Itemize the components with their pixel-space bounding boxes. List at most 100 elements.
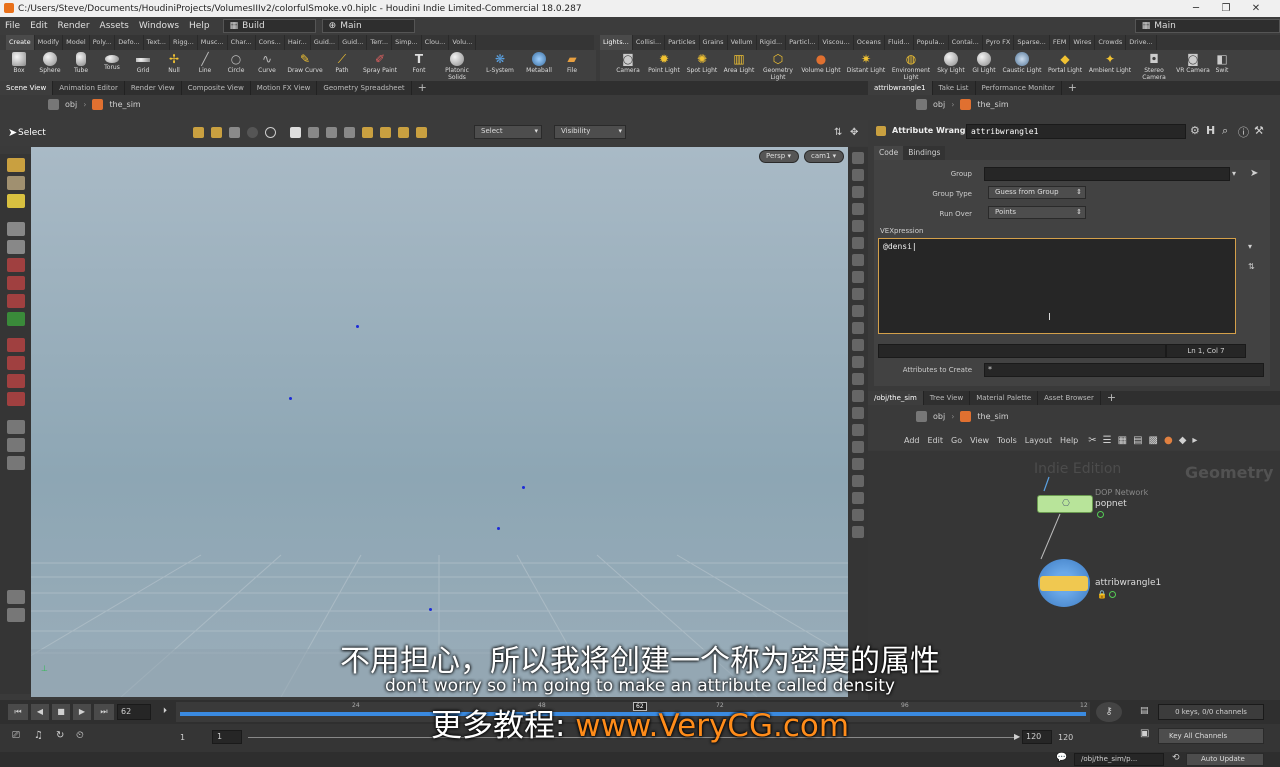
- group-field[interactable]: [984, 167, 1230, 181]
- lasso-select-icon[interactable]: [308, 127, 319, 138]
- shelf-tab[interactable]: Modify: [35, 35, 64, 50]
- network-grid-icon[interactable]: ▩: [1149, 435, 1158, 446]
- restore-button[interactable]: ❐: [1211, 0, 1241, 17]
- path-node[interactable]: the_sim: [977, 412, 1008, 421]
- snap-prim-icon[interactable]: [6, 374, 25, 388]
- view-tool-icon[interactable]: [6, 312, 25, 326]
- tab-composite-view[interactable]: Composite View: [182, 81, 251, 95]
- shelf-tab[interactable]: Rigg...: [170, 35, 198, 50]
- point-numbers-icon[interactable]: [852, 390, 864, 402]
- attribwrangle-name[interactable]: attribwrangle1: [1095, 578, 1161, 588]
- shelf-tab[interactable]: Fluid...: [885, 35, 914, 50]
- shelf-tab[interactable]: Text...: [144, 35, 170, 50]
- tool-spray-paint[interactable]: ✐ Spray Paint: [361, 50, 399, 74]
- spare-parameters-icon[interactable]: ⚒: [1254, 124, 1264, 137]
- shelf-tab[interactable]: Vellum: [728, 35, 757, 50]
- tool-spot-light[interactable]: ✺ Spot Light: [686, 50, 718, 74]
- info-icon[interactable]: ⓘ: [1238, 124, 1249, 140]
- shelf-tab[interactable]: Create: [6, 35, 35, 50]
- tool-gi-light[interactable]: GI Light: [971, 50, 997, 74]
- attribwrangle-node[interactable]: [1038, 559, 1090, 607]
- add-tab-icon[interactable]: +: [1101, 391, 1122, 405]
- group-type-dropdown[interactable]: Guess from Group ⇕: [988, 186, 1086, 199]
- tool-grid[interactable]: Grid: [132, 50, 154, 74]
- search-icon[interactable]: ⌕: [1222, 124, 1228, 138]
- laser-select-icon[interactable]: [344, 127, 355, 138]
- tab-performance-monitor[interactable]: Performance Monitor: [976, 81, 1062, 95]
- sphere-display-icon[interactable]: [852, 220, 864, 232]
- tab-animation-editor[interactable]: Animation Editor: [53, 81, 125, 95]
- points-mode-icon[interactable]: [229, 127, 240, 138]
- lock-flag-icon[interactable]: 🔒: [1097, 590, 1107, 599]
- path-node[interactable]: the_sim: [977, 100, 1008, 109]
- scene-icon[interactable]: [6, 420, 25, 434]
- shelf-tab[interactable]: Simp...: [392, 35, 422, 50]
- right-desktop-selector[interactable]: ▦ Main: [1134, 19, 1280, 33]
- select-arrow-icon[interactable]: [6, 222, 25, 236]
- shelf-tab[interactable]: Volu...: [449, 35, 477, 50]
- tab-network-editor[interactable]: /obj/the_sim: [868, 391, 924, 405]
- net-menu-tools[interactable]: Tools: [993, 436, 1021, 445]
- box-select-icon[interactable]: [290, 127, 301, 138]
- path-root[interactable]: obj: [933, 412, 945, 421]
- shelf-tab[interactable]: Grains: [700, 35, 728, 50]
- popnet-name[interactable]: popnet: [1095, 499, 1127, 509]
- shelf-tab[interactable]: Rigid...: [757, 35, 787, 50]
- message-icon[interactable]: 💬: [1056, 753, 1067, 763]
- path-node[interactable]: the_sim: [109, 100, 140, 109]
- headlight-icon[interactable]: [852, 271, 864, 283]
- popnet-node[interactable]: ⎔: [1037, 495, 1093, 513]
- select-arrow-icon[interactable]: ➤: [1250, 168, 1258, 179]
- tool-caustic-light[interactable]: Caustic Light: [1002, 50, 1042, 74]
- tool-switcher[interactable]: ◧ Swit: [1215, 50, 1229, 74]
- add-tab-icon[interactable]: +: [1062, 81, 1083, 95]
- shelf-tab[interactable]: Particl...: [786, 35, 820, 50]
- shelf-tab[interactable]: Viscou...: [819, 35, 854, 50]
- tool-sky-light[interactable]: Sky Light: [936, 50, 966, 74]
- rotate-tool-icon[interactable]: [6, 276, 25, 290]
- wireframe-icon[interactable]: [852, 305, 864, 317]
- tool-ambient-light[interactable]: ✦ Ambient Light: [1088, 50, 1132, 74]
- tool-distant-light[interactable]: ✷ Distant Light: [846, 50, 886, 74]
- lock-camera-icon[interactable]: [852, 186, 864, 198]
- vex-expand-icon[interactable]: ⇅: [1248, 262, 1255, 271]
- tab-take-list[interactable]: Take List: [933, 81, 976, 95]
- display-flag-icon[interactable]: [1109, 591, 1116, 598]
- tab-material-palette[interactable]: Material Palette: [970, 391, 1039, 405]
- net-menu-view[interactable]: View: [966, 436, 993, 445]
- select-tool-label[interactable]: Select: [18, 128, 46, 138]
- display-options-icon[interactable]: ⇅: [834, 127, 842, 138]
- tab-asset-browser[interactable]: Asset Browser: [1038, 391, 1101, 405]
- tool-path[interactable]: ⟋ Path: [332, 50, 352, 74]
- tool-font[interactable]: T Font: [408, 50, 430, 74]
- normals-icon[interactable]: [852, 356, 864, 368]
- run-over-dropdown[interactable]: Points ⇕: [988, 206, 1086, 219]
- snap-point-icon[interactable]: [6, 392, 25, 406]
- menu-file[interactable]: File: [0, 21, 25, 31]
- shading-icon[interactable]: [852, 288, 864, 300]
- net-menu-layout[interactable]: Layout: [1021, 436, 1056, 445]
- select-dropdown[interactable]: Select ▾: [474, 125, 542, 139]
- select-connected-icon[interactable]: [398, 127, 409, 138]
- snapshot-icon[interactable]: [6, 608, 25, 622]
- shelf-tab[interactable]: Terr...: [367, 35, 393, 50]
- tool-stereo-camera[interactable]: ◘ Stereo Camera: [1137, 50, 1171, 81]
- attributes-to-create-field[interactable]: *: [984, 363, 1264, 377]
- tab-render-view[interactable]: Render View: [125, 81, 182, 95]
- shelf-tab[interactable]: Defo...: [115, 35, 144, 50]
- color-palette-icon[interactable]: ●: [1164, 435, 1173, 446]
- vex-code-editor[interactable]: @densi|: [878, 238, 1236, 334]
- magnet-icon[interactable]: [6, 338, 25, 352]
- shelf-tab[interactable]: Model: [63, 35, 90, 50]
- tool-tube[interactable]: Tube: [70, 50, 92, 74]
- shelf-tab[interactable]: Collisi...: [633, 35, 666, 50]
- material-icon[interactable]: [852, 322, 864, 334]
- tool-environment-light[interactable]: ◍ Environment Light: [891, 50, 931, 81]
- pivot-icon[interactable]: [265, 127, 276, 138]
- node-name-field[interactable]: attribwrangle1: [966, 124, 1186, 139]
- tool-vr-camera[interactable]: ◙ VR Camera: [1176, 50, 1210, 74]
- brush-tool-icon[interactable]: [6, 176, 25, 190]
- tool-area-light[interactable]: ▥ Area Light: [723, 50, 755, 74]
- edge-mode-icon[interactable]: [247, 127, 258, 138]
- add-tab-icon[interactable]: +: [412, 81, 433, 95]
